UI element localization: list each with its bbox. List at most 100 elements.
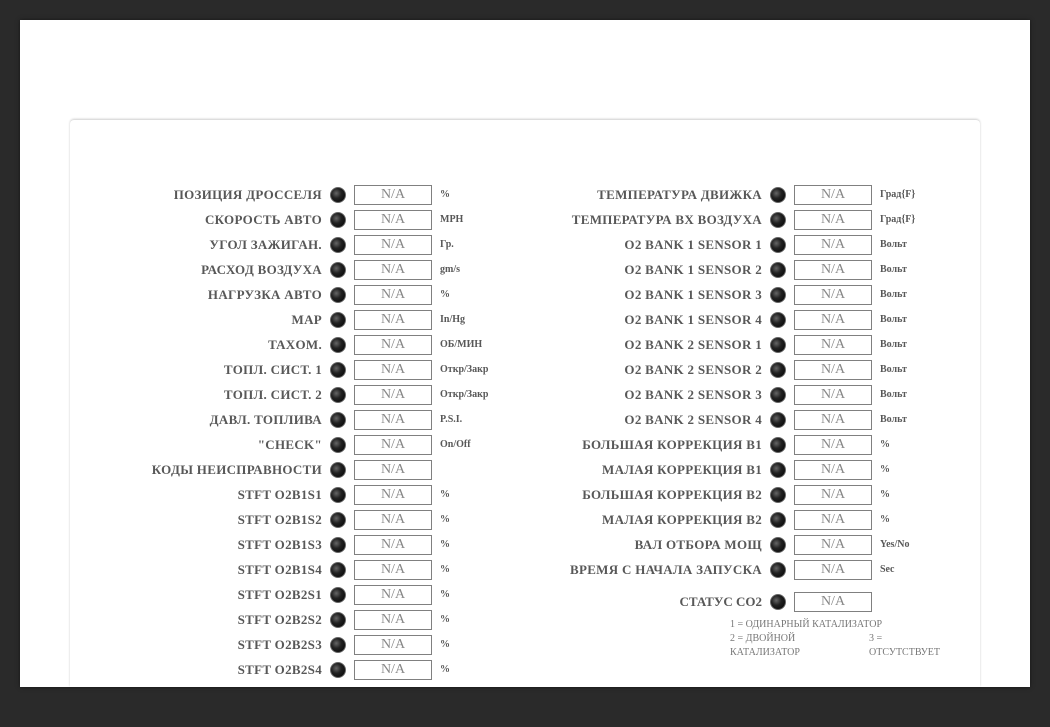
indicator-icon[interactable]: [330, 337, 346, 353]
indicator-icon[interactable]: [770, 362, 786, 378]
param-value: N/A: [794, 210, 872, 230]
param-unit: Вольт: [880, 339, 940, 350]
right-row: O2 BANK 2 SENSOR 4N/AВольт: [550, 407, 940, 432]
param-unit: In/Hg: [440, 314, 500, 325]
indicator-icon[interactable]: [330, 587, 346, 603]
right-row: ВРЕМЯ С НАЧАЛА ЗАПУСКАN/ASec: [550, 557, 940, 582]
indicator-icon[interactable]: [770, 387, 786, 403]
right-row: O2 BANK 1 SENSOR 1N/AВольт: [550, 232, 940, 257]
param-unit: %: [440, 564, 500, 575]
indicator-icon[interactable]: [330, 462, 346, 478]
param-unit: Sec: [880, 564, 940, 575]
param-unit: Гр.: [440, 239, 500, 250]
indicator-icon[interactable]: [770, 212, 786, 228]
param-label: STFT O2B2S4: [110, 662, 322, 678]
param-value: N/A: [354, 185, 432, 205]
indicator-icon[interactable]: [770, 594, 786, 610]
param-unit: %: [880, 514, 940, 525]
param-unit: gm/s: [440, 264, 500, 275]
indicator-icon[interactable]: [330, 187, 346, 203]
param-value: N/A: [354, 460, 432, 480]
param-unit: On/Off: [440, 439, 500, 450]
indicator-icon[interactable]: [330, 412, 346, 428]
indicator-icon[interactable]: [330, 437, 346, 453]
indicator-icon[interactable]: [330, 662, 346, 678]
window-frame: ПОЗИЦИЯ ДРОССЕЛЯN/A%СКОРОСТЬ АВТОN/AMPHУ…: [20, 20, 1030, 687]
param-unit: Вольт: [880, 364, 940, 375]
indicator-icon[interactable]: [330, 512, 346, 528]
left-column: ПОЗИЦИЯ ДРОССЕЛЯN/A%СКОРОСТЬ АВТОN/AMPHУ…: [110, 182, 500, 682]
indicator-icon[interactable]: [770, 437, 786, 453]
param-unit: Вольт: [880, 239, 940, 250]
indicator-icon[interactable]: [330, 637, 346, 653]
left-row: КОДЫ НЕИСПРАВНОСТИ N/A: [110, 457, 500, 482]
indicator-icon[interactable]: [770, 287, 786, 303]
indicator-icon[interactable]: [330, 262, 346, 278]
param-label: КОДЫ НЕИСПРАВНОСТИ: [110, 462, 322, 478]
indicator-icon[interactable]: [330, 487, 346, 503]
param-label: ТЕМПЕРАТУРА BX ВОЗДУХА: [550, 212, 762, 228]
param-unit: %: [440, 189, 500, 200]
param-value: N/A: [354, 485, 432, 505]
indicator-icon[interactable]: [330, 362, 346, 378]
param-unit: %: [880, 464, 940, 475]
co2-status-row: СТАТУС CO2N/A: [550, 592, 940, 612]
indicator-icon[interactable]: [770, 412, 786, 428]
indicator-icon[interactable]: [330, 612, 346, 628]
param-value: N/A: [794, 535, 872, 555]
param-unit: Вольт: [880, 289, 940, 300]
indicator-icon[interactable]: [330, 237, 346, 253]
left-row: ТОПЛ. СИСТ. 1N/AОткр/Закр: [110, 357, 500, 382]
param-value: N/A: [354, 210, 432, 230]
param-label: O2 BANK 2 SENSOR 3: [550, 387, 762, 403]
right-row: МАЛАЯ КОРРЕКЦИЯ B1N/A%: [550, 457, 940, 482]
param-value: N/A: [354, 660, 432, 680]
indicator-icon[interactable]: [770, 562, 786, 578]
param-label: STFT O2B2S3: [110, 637, 322, 653]
right-row: ВАЛ ОТБОРА МОЩN/AYes/No: [550, 532, 940, 557]
param-label: TAXOM.: [110, 337, 322, 353]
indicator-icon[interactable]: [770, 237, 786, 253]
indicator-icon[interactable]: [770, 187, 786, 203]
indicator-icon[interactable]: [770, 537, 786, 553]
param-label: ПОЗИЦИЯ ДРОССЕЛЯ: [110, 187, 322, 203]
indicator-icon[interactable]: [330, 387, 346, 403]
left-row: STFT O2B1S1N/A%: [110, 482, 500, 507]
indicator-icon[interactable]: [770, 337, 786, 353]
param-label: O2 BANK 1 SENSOR 2: [550, 262, 762, 278]
param-label: ТЕМПЕРАТУРА ДВИЖКА: [550, 187, 762, 203]
indicator-icon[interactable]: [330, 287, 346, 303]
indicator-icon[interactable]: [770, 512, 786, 528]
param-value: N/A: [794, 385, 872, 405]
indicator-icon[interactable]: [330, 212, 346, 228]
param-label: STFT O2B1S2: [110, 512, 322, 528]
legend-item: 2 = ДВОЙНОЙ КАТАЛИЗАТОР: [730, 632, 839, 660]
param-unit: %: [440, 514, 500, 525]
param-value: N/A: [354, 560, 432, 580]
indicator-icon[interactable]: [770, 312, 786, 328]
param-value: N/A: [794, 410, 872, 430]
param-value: N/A: [354, 510, 432, 530]
indicator-icon[interactable]: [770, 487, 786, 503]
param-label: O2 BANK 1 SENSOR 3: [550, 287, 762, 303]
left-row: MAPN/AIn/Hg: [110, 307, 500, 332]
legend-line: 2 = ДВОЙНОЙ КАТАЛИЗАТОР3 = ОТСУТСТВУЕТ: [730, 632, 940, 660]
param-value: N/A: [354, 335, 432, 355]
param-value: N/A: [354, 310, 432, 330]
param-label: O2 BANK 1 SENSOR 4: [550, 312, 762, 328]
param-label: ТОПЛ. СИСТ. 2: [110, 387, 322, 403]
param-value: N/A: [354, 585, 432, 605]
param-label: STFT O2B1S3: [110, 537, 322, 553]
indicator-icon[interactable]: [330, 537, 346, 553]
param-value: N/A: [354, 260, 432, 280]
param-label: СКОРОСТЬ АВТО: [110, 212, 322, 228]
indicator-icon[interactable]: [330, 312, 346, 328]
left-row: ТОПЛ. СИСТ. 2N/AОткр/Закр: [110, 382, 500, 407]
indicator-icon[interactable]: [770, 262, 786, 278]
left-row: УГОЛ ЗАЖИГАН.N/AГр.: [110, 232, 500, 257]
param-value: N/A: [794, 285, 872, 305]
indicator-icon[interactable]: [770, 462, 786, 478]
indicator-icon[interactable]: [330, 562, 346, 578]
param-label: МАЛАЯ КОРРЕКЦИЯ B2: [550, 512, 762, 528]
left-row: РАСХОД ВОЗДУХАN/Agm/s: [110, 257, 500, 282]
